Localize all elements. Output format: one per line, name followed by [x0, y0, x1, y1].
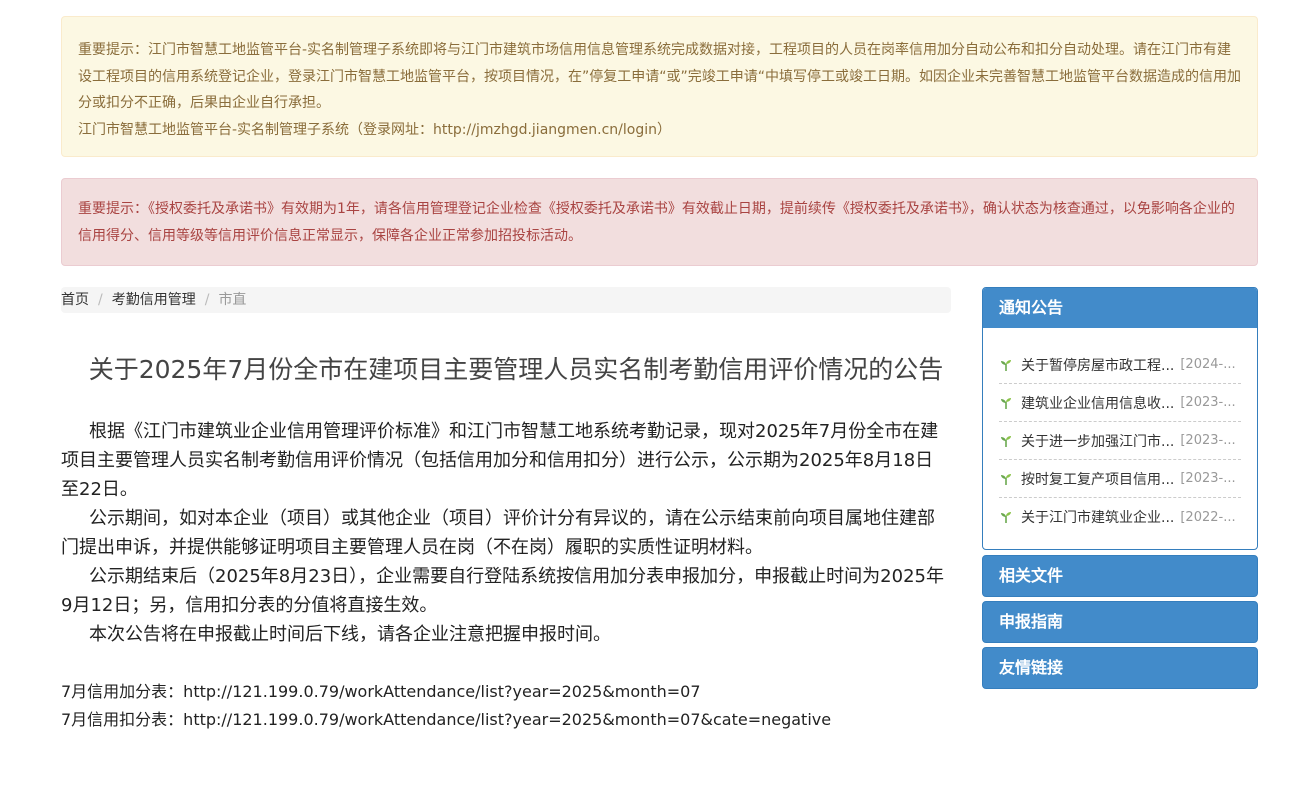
- notice-item[interactable]: 关于进一步加强江门市... [2023-...: [999, 422, 1241, 460]
- related-files-panel[interactable]: 相关文件: [982, 555, 1258, 597]
- attachment-links: 7月信用加分表：http://121.199.0.79/workAttendan…: [61, 678, 961, 734]
- article-paragraph: 公示期间，如对本企业（项目）或其他企业（项目）评价计分有异议的，请在公示结束前向…: [61, 508, 935, 558]
- article-title: 关于2025年7月份全市在建项目主要管理人员实名制考勤信用评价情况的公告: [88, 355, 944, 384]
- credit-minus-link[interactable]: 7月信用扣分表：http://121.199.0.79/workAttendan…: [61, 706, 961, 734]
- related-files-heading[interactable]: 相关文件: [983, 556, 1257, 596]
- sprout-icon: [1001, 473, 1011, 485]
- danger-alert: 重要提示：《授权委托及承诺书》有效期为1年，请各信用管理登记企业检查《授权委托及…: [61, 178, 1258, 266]
- sprout-icon: [1001, 397, 1011, 409]
- notice-title[interactable]: 建筑业企业信用信息收...: [1021, 393, 1174, 413]
- warning-alert: 重要提示：江门市智慧工地监管平台-实名制管理子系统即将与江门市建筑市场信用信息管…: [61, 16, 1258, 157]
- notice-title[interactable]: 关于进一步加强江门市...: [1021, 431, 1174, 451]
- article-paragraph: 根据《江门市建筑业企业信用管理评价标准》和江门市智慧工地系统考勤记录，现对202…: [61, 421, 939, 500]
- notice-date: [2024-...: [1180, 357, 1236, 372]
- friend-links-panel[interactable]: 友情链接: [982, 647, 1258, 689]
- credit-plus-link[interactable]: 7月信用加分表：http://121.199.0.79/workAttendan…: [61, 678, 961, 706]
- warning-alert-text: 重要提示：江门市智慧工地监管平台-实名制管理子系统即将与江门市建筑市场信用信息管…: [78, 42, 1242, 111]
- notice-date: [2022-...: [1180, 509, 1236, 525]
- notices-panel-heading[interactable]: 通知公告: [983, 288, 1257, 328]
- notice-item[interactable]: 关于江门市建筑业企业... [2022-...: [999, 498, 1241, 536]
- notice-title[interactable]: 关于江门市建筑业企业...: [1021, 507, 1174, 527]
- danger-alert-text: 重要提示：《授权委托及承诺书》有效期为1年，请各信用管理登记企业检查《授权委托及…: [78, 201, 1235, 244]
- sprout-icon: [1001, 512, 1011, 523]
- breadcrumb-current: 市直: [218, 292, 247, 308]
- sprout-icon: [1001, 435, 1011, 447]
- breadcrumb-separator: /: [204, 292, 210, 308]
- article-paragraph: 公示期结束后（2025年8月23日），企业需要自行登陆系统按信用加分表申报加分，…: [61, 566, 944, 616]
- sprout-icon: [1001, 359, 1011, 371]
- notice-item[interactable]: 建筑业企业信用信息收... [2023-...: [999, 384, 1241, 422]
- breadcrumb-section[interactable]: 考勤信用管理: [112, 287, 196, 313]
- friend-links-heading[interactable]: 友情链接: [983, 648, 1257, 688]
- notice-item[interactable]: 关于暂停房屋市政工程... [2024-...: [999, 346, 1241, 384]
- article-paragraph: 本次公告将在申报截止时间后下线，请各企业注意把握申报时间。: [89, 624, 611, 645]
- notice-date: [2023-...: [1180, 433, 1236, 448]
- breadcrumb-home[interactable]: 首页: [61, 287, 89, 313]
- breadcrumb: 首页 / 考勤信用管理 / 市直: [61, 287, 951, 313]
- notice-date: [2023-...: [1180, 471, 1236, 486]
- warning-alert-link-line: 江门市智慧工地监管平台-实名制管理子系统（登录网址：http://jmzhgd.…: [78, 121, 671, 138]
- breadcrumb-separator: /: [98, 292, 103, 308]
- notice-title[interactable]: 按时复工复产项目信用...: [1021, 469, 1174, 489]
- guide-heading[interactable]: 申报指南: [983, 602, 1257, 642]
- notice-date: [2023-...: [1180, 395, 1236, 410]
- notice-list: 关于暂停房屋市政工程... [2024-... 建筑业企业信用信息收... [2…: [983, 328, 1257, 536]
- article-body: 根据《江门市建筑业企业信用管理评价标准》和江门市智慧工地系统考勤记录，现对202…: [61, 417, 951, 649]
- notices-panel: 通知公告 关于暂停房屋市政工程... [2024-... 建筑业企业信用信息收.…: [982, 287, 1258, 550]
- guide-panel[interactable]: 申报指南: [982, 601, 1258, 643]
- notice-item[interactable]: 按时复工复产项目信用... [2023-...: [999, 460, 1241, 498]
- notice-title[interactable]: 关于暂停房屋市政工程...: [1021, 355, 1174, 375]
